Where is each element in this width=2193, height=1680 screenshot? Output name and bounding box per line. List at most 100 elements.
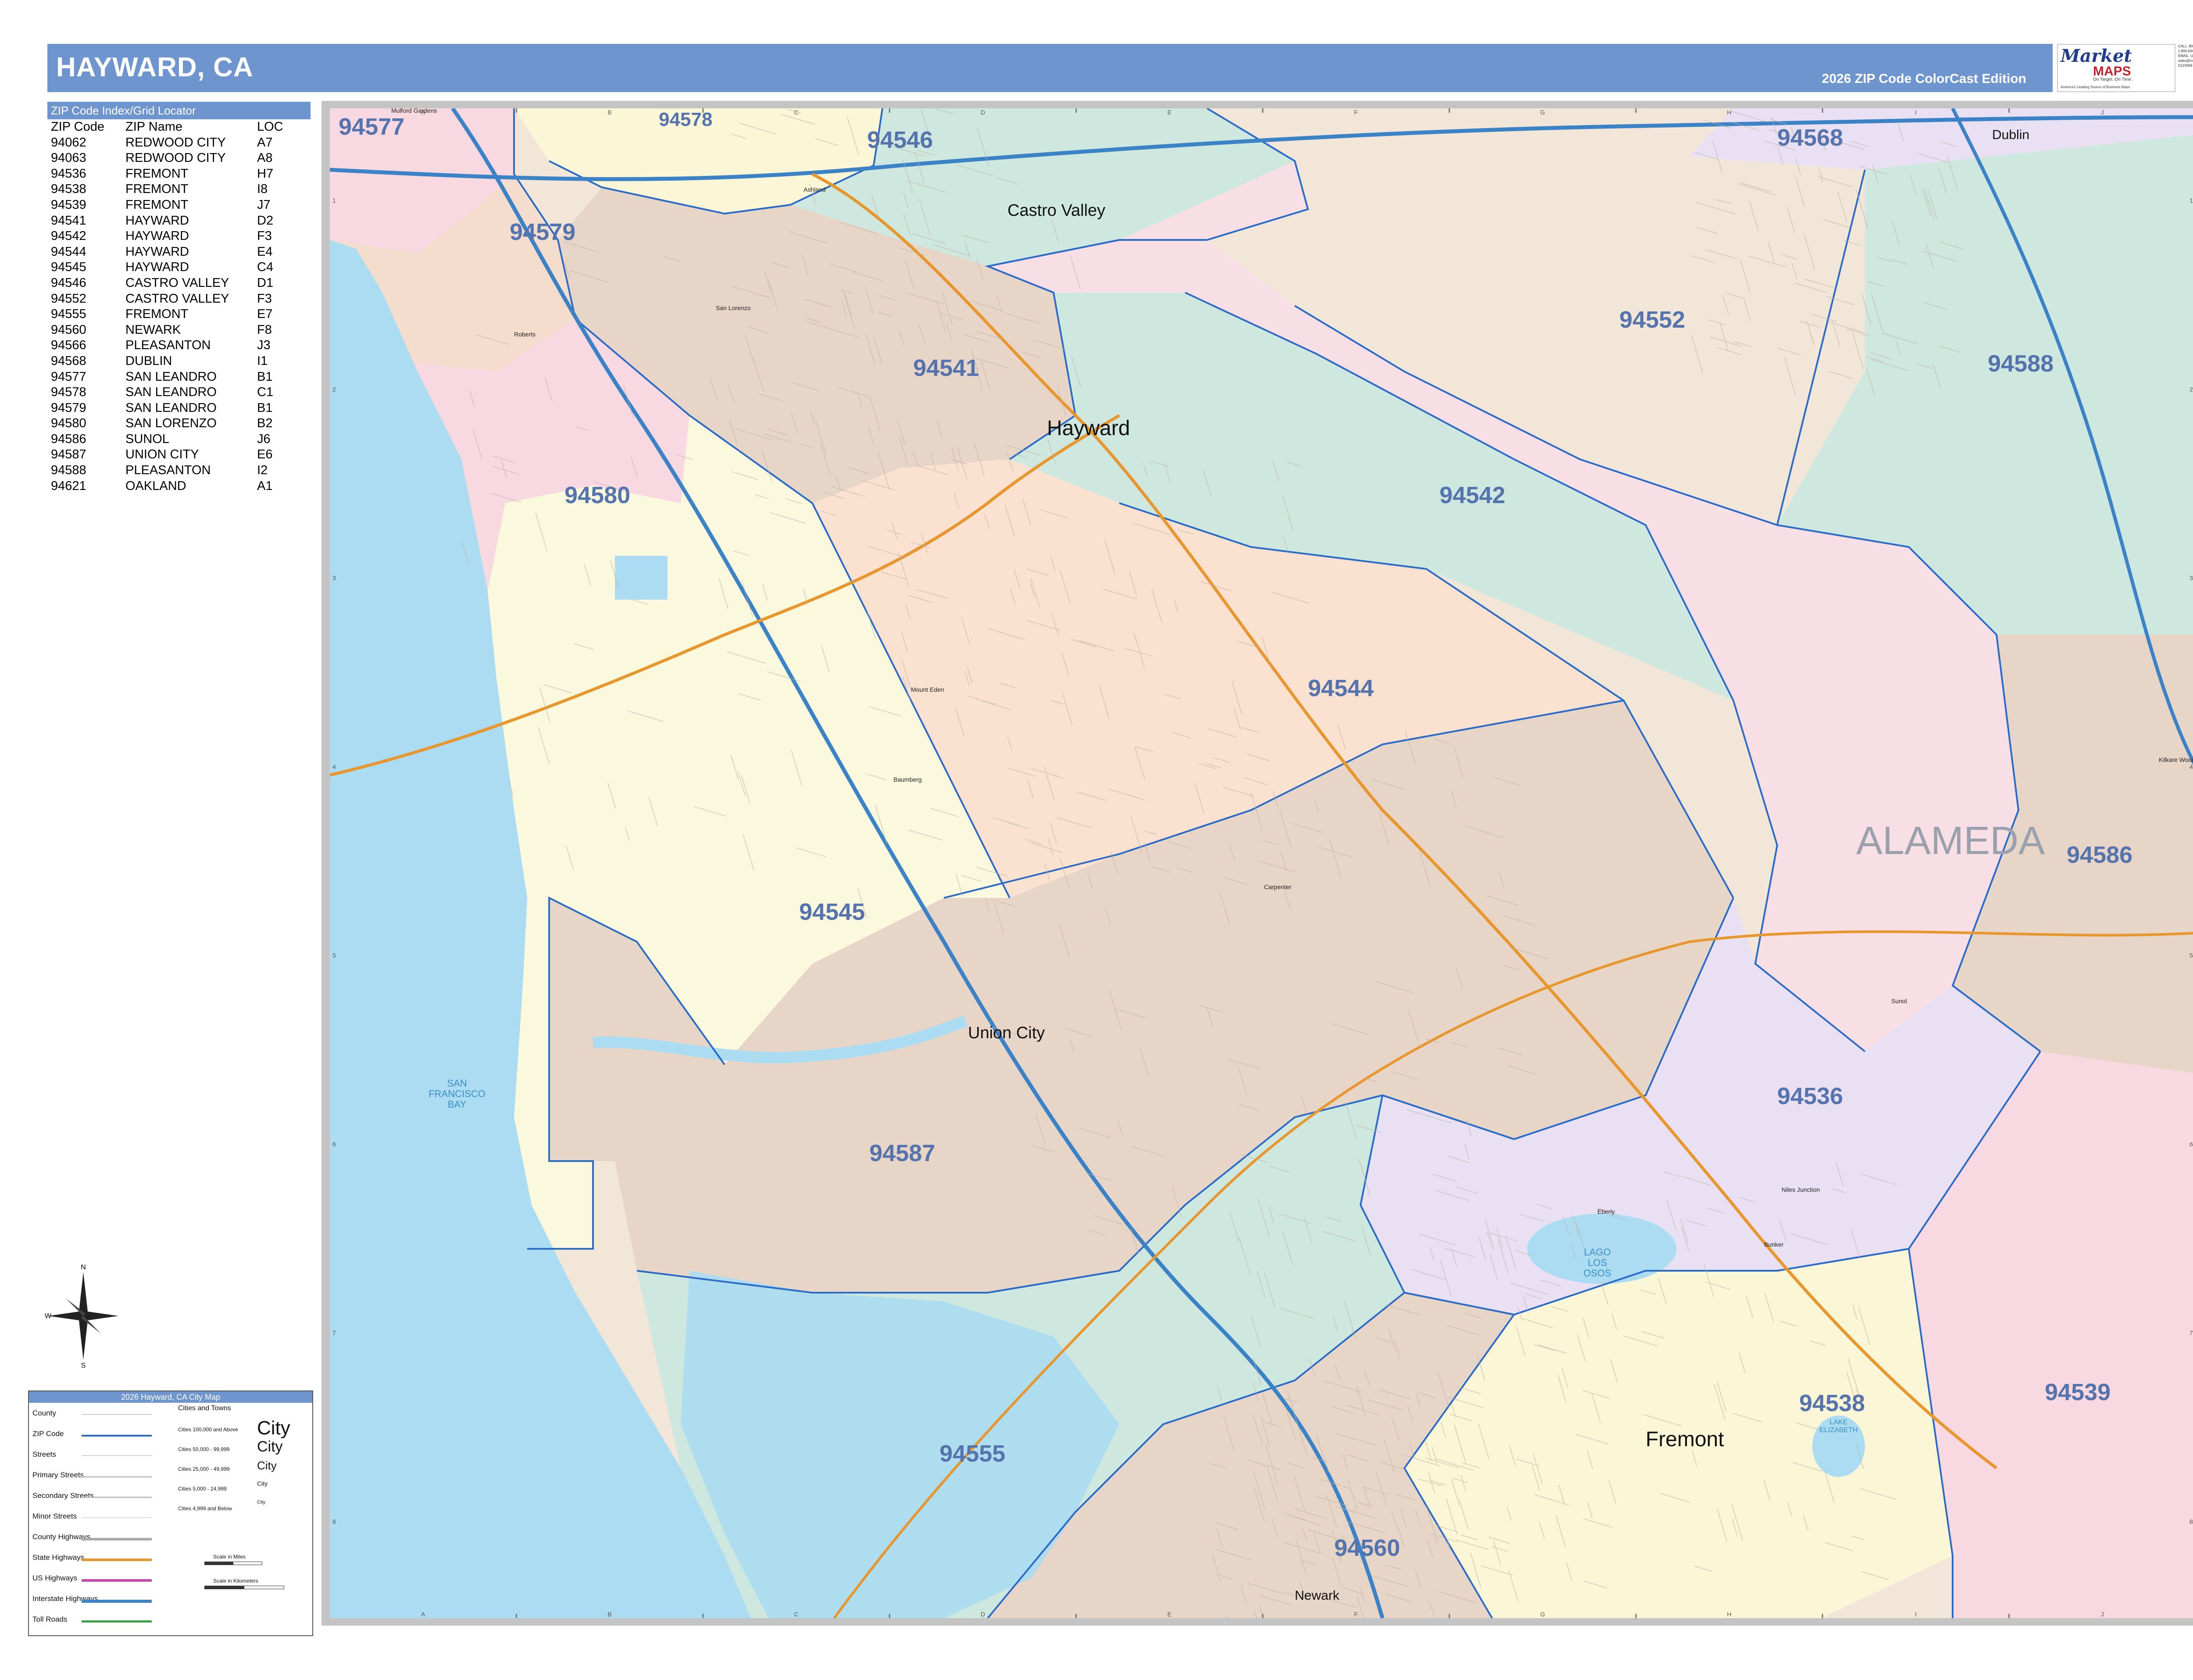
grid-row-label: 7 — [332, 1330, 336, 1337]
zip-label-94579[interactable]: 94579 — [510, 219, 575, 245]
zip-name-cell: NEWARK — [125, 322, 181, 337]
grid-loc-cell: B1 — [257, 400, 273, 415]
zip-label-94545[interactable]: 94545 — [799, 899, 865, 925]
place-label: Mount Eden — [911, 686, 944, 693]
grid-column-label: G — [1540, 1611, 1545, 1618]
city-label-hayward[interactable]: Hayward — [1047, 417, 1130, 440]
zip-name-cell: SAN LORENZO — [125, 416, 217, 431]
zip-label-94587[interactable]: 94587 — [869, 1140, 935, 1166]
zip-index-row[interactable]: 94062 REDWOOD CITY A7 — [47, 135, 311, 151]
logo-brand-maps: MAPS — [2093, 64, 2131, 79]
zip-index-row[interactable]: 94538 FREMONT I8 — [47, 182, 311, 197]
zip-index-row[interactable]: 94566 PLEASANTON J3 — [47, 338, 311, 354]
zip-index-row[interactable]: 94588 PLEASANTON I2 — [47, 463, 311, 479]
zip-label-94577[interactable]: 94577 — [339, 114, 404, 140]
zip-code-cell: 94566 — [51, 338, 86, 353]
place-label: Roberts — [514, 331, 536, 338]
zip-code-cell: 94577 — [51, 369, 86, 384]
logo-subtitle: America's Leading Source of Business Map… — [2061, 85, 2130, 89]
city-label-union-city[interactable]: Union City — [968, 1024, 1045, 1042]
zip-index-row[interactable]: 94587 UNION CITY E6 — [47, 447, 311, 463]
place-label: Niles Junction — [1782, 1186, 1820, 1193]
contact-line: 1.800.634.4321 — [2178, 49, 2193, 53]
grid-column-label: G — [1540, 109, 1545, 116]
scale-km-label: Scale in Kilometers — [213, 1578, 258, 1584]
place-label: Baumberg — [893, 776, 922, 783]
salt-pond — [615, 556, 668, 600]
zip-code-cell: 94555 — [51, 307, 86, 322]
grid-row-label: 1 — [332, 197, 336, 204]
legend-line-sample — [82, 1600, 152, 1603]
zip-label-94588[interactable]: 94588 — [1988, 350, 2054, 377]
zip-label-94536[interactable]: 94536 — [1777, 1083, 1843, 1109]
grid-column-label: B — [607, 1611, 611, 1618]
zip-index-row[interactable]: 94578 SAN LEANDRO C1 — [47, 385, 311, 400]
contact-line: CALL: 800.793.1902 — [2178, 44, 2193, 48]
zip-name-cell: FREMONT — [125, 166, 189, 181]
zip-label-94539[interactable]: 94539 — [2045, 1379, 2111, 1405]
zip-index-row[interactable]: 94621 OAKLAND A1 — [47, 479, 311, 494]
place-label: Carpenter — [1264, 883, 1292, 890]
legend-item: Streets — [32, 1450, 56, 1458]
zip-index-row[interactable]: 94586 SUNOL J6 — [47, 432, 311, 447]
zip-index-row[interactable]: 94579 SAN LEANDRO B1 — [47, 400, 311, 416]
zip-code-cell: 94568 — [51, 354, 86, 368]
grid-column-label: C — [794, 109, 798, 116]
contact-line: D123456 — [2178, 64, 2193, 68]
zip-index-row[interactable]: 94580 SAN LORENZO B2 — [47, 416, 311, 432]
zip-index-row[interactable]: 94568 DUBLIN I1 — [47, 354, 311, 369]
zip-label-94555[interactable]: 94555 — [939, 1441, 1005, 1467]
zip-index-row[interactable]: 94541 HAYWARD D2 — [47, 213, 311, 229]
zip-index-row[interactable]: 94577 SAN LEANDRO B1 — [47, 369, 311, 385]
compass-south-point — [79, 1316, 88, 1360]
zip-label-94544[interactable]: 94544 — [1308, 675, 1374, 701]
city-label-fremont[interactable]: Fremont — [1646, 1428, 1724, 1451]
zip-index-row[interactable]: 94063 REDWOOD CITY A8 — [47, 150, 311, 166]
zip-index-row[interactable]: 94545 HAYWARD C4 — [47, 260, 311, 275]
grid-row-label: 8 — [2189, 1518, 2193, 1525]
scale-bar-miles — [204, 1562, 262, 1565]
zip-code-cell: 94545 — [51, 260, 86, 275]
grid-loc-cell: C4 — [257, 260, 274, 275]
zip-index-row[interactable]: 94560 NEWARK F8 — [47, 322, 311, 338]
title-bar — [47, 44, 2053, 92]
grid-loc-cell: B2 — [257, 416, 273, 431]
zip-label-94578[interactable]: 94578 — [659, 109, 712, 130]
zip-label-94546[interactable]: 94546 — [867, 127, 933, 153]
zip-label-94580[interactable]: 94580 — [564, 482, 630, 508]
city-label-castro-valley[interactable]: Castro Valley — [1007, 201, 1105, 220]
city-label-newark[interactable]: Newark — [1295, 1588, 1340, 1603]
zip-code-cell: 94586 — [51, 432, 86, 446]
zip-index-row[interactable]: 94546 CASTRO VALLEY D1 — [47, 275, 311, 291]
scale-bar-km — [204, 1586, 284, 1589]
zip-label-94538[interactable]: 94538 — [1799, 1390, 1865, 1416]
grid-row-label: 2 — [2189, 386, 2193, 393]
zip-index-header-row: ZIP Code ZIP Name LOC — [47, 119, 311, 135]
grid-column-label: A — [421, 1611, 425, 1618]
zip-code-cell: 94560 — [51, 322, 86, 337]
zip-label-94568[interactable]: 94568 — [1777, 125, 1843, 151]
edition-label: 2026 ZIP Code ColorCast Edition — [1822, 71, 2026, 86]
grid-loc-cell: E4 — [257, 244, 273, 259]
zip-code-cell: 94579 — [51, 400, 86, 415]
zip-name-cell: DUBLIN — [125, 354, 172, 368]
zip-index-row[interactable]: 94536 FREMONT H7 — [47, 166, 311, 182]
zip-index-row[interactable]: 94555 FREMONT E7 — [47, 307, 311, 322]
zip-label-94560[interactable]: 94560 — [1334, 1535, 1400, 1561]
legend-city-sample: City — [257, 1480, 268, 1487]
zip-code-map[interactable]: AABBCCDDEEFFGGHHIIJJ1 12 23 34 45 56 67 78 8 945… — [330, 108, 2193, 1618]
zip-index-row[interactable]: 94542 HAYWARD F3 — [47, 229, 311, 244]
zip-index-row[interactable]: 94544 HAYWARD E4 — [47, 244, 311, 260]
grid-loc-cell: J3 — [257, 338, 271, 353]
zip-label-94541[interactable]: 94541 — [913, 355, 979, 381]
zip-label-94542[interactable]: 94542 — [1439, 482, 1505, 508]
legend-city-range: Cities 25,000 - 49,999 — [178, 1466, 230, 1472]
zip-index-row[interactable]: 94552 CASTRO VALLEY F3 — [47, 291, 311, 307]
col-header: ZIP Code — [51, 120, 104, 134]
compass-s: S — [81, 1362, 86, 1369]
zip-index-row[interactable]: 94539 FREMONT J7 — [47, 197, 311, 213]
zip-label-94552[interactable]: 94552 — [1619, 307, 1685, 333]
grid-column-label: B — [607, 109, 611, 116]
city-label-dublin[interactable]: Dublin — [1992, 128, 2029, 142]
zip-label-94586[interactable]: 94586 — [2067, 842, 2132, 868]
